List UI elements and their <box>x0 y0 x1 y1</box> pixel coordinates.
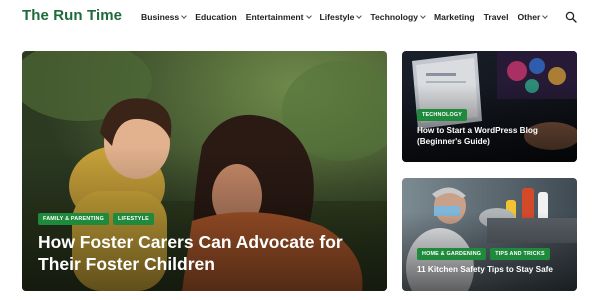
nav-item-entertainment[interactable]: Entertainment <box>245 12 312 22</box>
post-tags: FAMILY & PARENTING LIFESTYLE <box>38 213 158 225</box>
site-logo[interactable]: The Run Time <box>22 7 122 24</box>
search-icon[interactable] <box>565 11 577 23</box>
nav-item-label: Lifestyle <box>319 12 355 22</box>
post-tags: HOME & GARDENING TIPS AND TRICKS <box>417 248 554 260</box>
nav-item-travel[interactable]: Travel <box>484 12 509 22</box>
chevron-down-icon <box>181 12 188 19</box>
nav-item-label: Travel <box>483 12 509 22</box>
main-nav: Business Education Entertainment Lifesty… <box>141 12 556 22</box>
nav-item-technology[interactable]: Technology <box>370 12 426 22</box>
tag-technology[interactable]: TECHNOLOGY <box>417 109 468 121</box>
featured-post-main[interactable]: FAMILY & PARENTING LIFESTYLE How Foster … <box>22 51 387 291</box>
post-title[interactable]: How to Start a WordPress Blog (Beginner'… <box>417 126 567 147</box>
site-header: The Run Time Business Education Entertai… <box>0 0 600 34</box>
nav-item-label: Other <box>517 12 541 22</box>
nav-item-label: Technology <box>370 12 419 22</box>
nav-item-business[interactable]: Business <box>141 12 188 22</box>
chevron-down-icon <box>542 12 549 19</box>
nav-item-label: Marketing <box>434 12 475 22</box>
nav-item-lifestyle[interactable]: Lifestyle <box>319 12 363 22</box>
post-title[interactable]: How Foster Carers Can Advocate for Their… <box>38 231 358 275</box>
chevron-down-icon <box>420 12 426 19</box>
nav-item-label: Entertainment <box>245 12 304 22</box>
tag-lifestyle[interactable]: LIFESTYLE <box>113 213 154 225</box>
post-tags: TECHNOLOGY <box>417 109 471 121</box>
tag-tips-and-tricks[interactable]: TIPS AND TRICKS <box>490 248 550 260</box>
chevron-down-icon <box>305 12 312 19</box>
chevron-down-icon <box>356 12 363 19</box>
nav-item-education[interactable]: Education <box>195 12 237 22</box>
featured-post-side-bottom[interactable]: HOME & GARDENING TIPS AND TRICKS 11 Kitc… <box>402 178 577 291</box>
nav-item-marketing[interactable]: Marketing <box>434 12 475 22</box>
nav-item-other[interactable]: Other <box>517 12 549 22</box>
tag-home-gardening[interactable]: HOME & GARDENING <box>417 248 487 260</box>
nav-item-label: Business <box>141 12 180 22</box>
featured-post-side-top[interactable]: TECHNOLOGY How to Start a WordPress Blog… <box>402 51 577 162</box>
tag-family-parenting[interactable]: FAMILY & PARENTING <box>38 213 110 225</box>
post-title[interactable]: 11 Kitchen Safety Tips to Stay Safe <box>417 265 572 276</box>
nav-item-label: Education <box>195 12 237 22</box>
